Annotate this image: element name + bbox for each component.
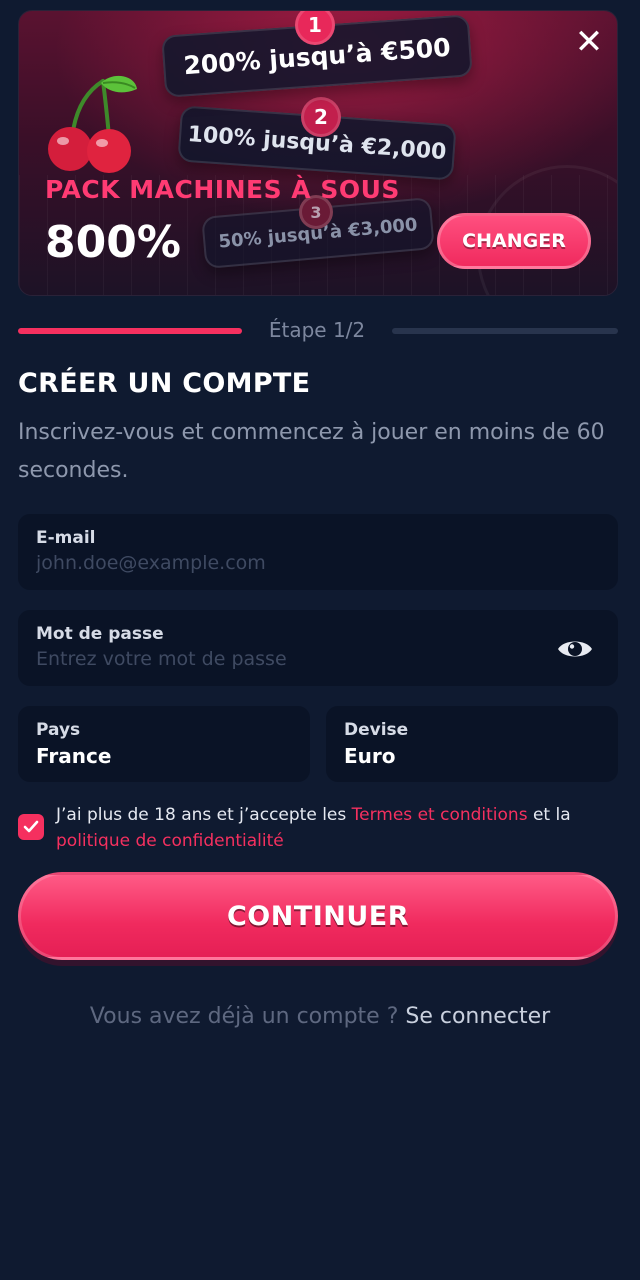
country-label: Pays: [36, 720, 81, 740]
signup-page: ✕ 50% jusqu’à €3,000 3 100% jusqu’à €2,0…: [0, 0, 640, 1280]
step-progress-active: [18, 328, 242, 334]
email-label: E-mail: [36, 528, 96, 548]
promo-banner: ✕ 50% jusqu’à €3,000 3 100% jusqu’à €2,0…: [18, 10, 618, 296]
bonus-tier-2-badge: 2: [301, 97, 341, 137]
password-label: Mot de passe: [36, 624, 164, 644]
change-bonus-button[interactable]: CHANGER: [437, 213, 591, 269]
currency-label: Devise: [344, 720, 409, 740]
terms-checkbox[interactable]: [18, 814, 44, 840]
currency-value: Euro: [344, 744, 396, 768]
email-field[interactable]: E-mail: [18, 514, 618, 590]
terms-conditions-link[interactable]: Termes et conditions: [352, 805, 528, 825]
login-link[interactable]: Se connecter: [405, 1004, 550, 1029]
terms-middle: et la: [527, 805, 571, 825]
cherry-icon: [48, 75, 137, 173]
step-label: Étape 1/2: [268, 318, 366, 342]
step-progress-inactive: [392, 328, 618, 334]
privacy-policy-link[interactable]: politique de confidentialité: [56, 831, 284, 851]
page-subtitle: Inscrivez-vous et commencez à jouer en m…: [18, 420, 605, 483]
close-icon[interactable]: ✕: [571, 25, 607, 61]
page-title: CRÉER UN COMPTE: [18, 368, 311, 399]
login-prompt: Vous avez déjà un compte ? Se connecter: [0, 1004, 640, 1029]
continue-button[interactable]: CONTINUER: [18, 872, 618, 960]
country-select[interactable]: Pays France: [18, 706, 310, 782]
password-field[interactable]: Mot de passe: [18, 610, 618, 686]
eye-icon[interactable]: [556, 634, 594, 664]
currency-select[interactable]: Devise Euro: [326, 706, 618, 782]
password-input[interactable]: [36, 648, 536, 670]
checkmark-icon: [23, 820, 39, 833]
terms-prefix: J’ai plus de 18 ans et j’accepte les: [56, 805, 352, 825]
email-input[interactable]: [36, 552, 600, 574]
country-value: France: [36, 744, 112, 768]
pack-percent: 800%: [45, 217, 181, 268]
login-prompt-text: Vous avez déjà un compte ?: [89, 1004, 406, 1029]
pack-title: PACK MACHINES À SOUS: [45, 175, 400, 204]
terms-text: J’ai plus de 18 ans et j’accepte les Ter…: [56, 802, 596, 854]
